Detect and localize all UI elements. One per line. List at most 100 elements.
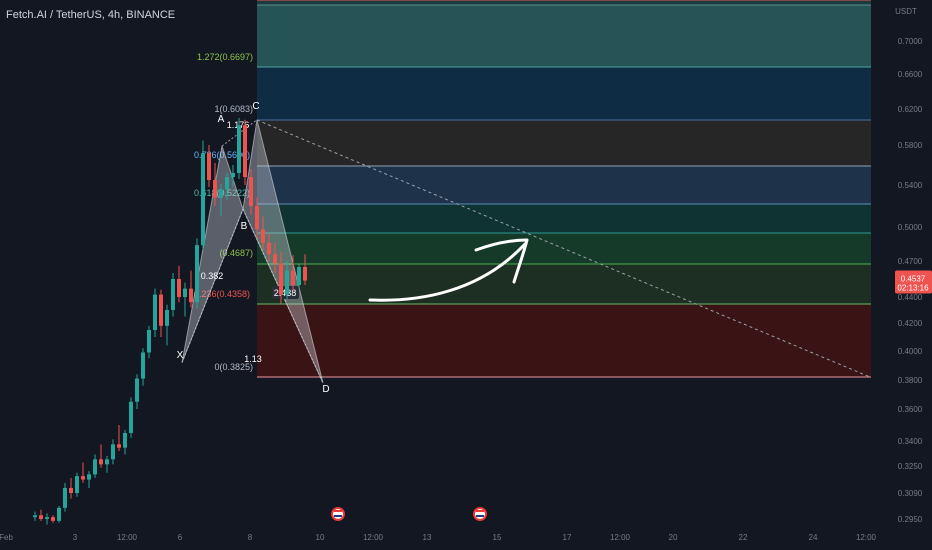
candle-body xyxy=(33,515,37,518)
candle xyxy=(195,238,199,309)
candle-body xyxy=(231,173,235,177)
candle-body xyxy=(165,310,169,326)
economic-events[interactable] xyxy=(331,507,487,521)
pattern-point-label: D xyxy=(322,384,329,395)
candle-body xyxy=(183,288,187,297)
candle-body xyxy=(159,294,163,326)
candle-body xyxy=(63,487,67,508)
price-tick-label: 0.4200 xyxy=(898,319,923,328)
price-tick-label: 0.3090 xyxy=(898,489,923,498)
candle xyxy=(123,429,127,455)
time-tick-label: 8 xyxy=(248,533,253,542)
candle-body xyxy=(177,279,181,297)
time-tick-label: 17 xyxy=(563,533,572,542)
time-tick-label: 24 xyxy=(809,533,818,542)
fib-zone-5 xyxy=(257,204,871,233)
candle-body xyxy=(147,330,151,353)
price-tick-label: 0.7000 xyxy=(898,37,923,46)
us-flag-event-icon[interactable] xyxy=(473,507,487,521)
candle-body xyxy=(195,245,199,303)
price-tick-label: 0.6600 xyxy=(898,70,923,79)
candle-body xyxy=(69,487,73,493)
time-tick-label: 12:00 xyxy=(363,533,384,542)
candle xyxy=(93,454,97,478)
candle-body xyxy=(45,517,49,519)
candle-body xyxy=(303,267,307,281)
time-tick-label: 22 xyxy=(739,533,748,542)
candle-body xyxy=(291,270,295,285)
candle xyxy=(111,439,115,465)
price-tick-label: 0.3400 xyxy=(898,437,923,446)
price-tick-label: 0.6200 xyxy=(898,105,923,114)
pattern-point-label: B xyxy=(241,221,248,232)
event-icon-stripe xyxy=(334,510,342,512)
time-tick-label: 12:00 xyxy=(117,533,138,542)
candle xyxy=(87,471,91,488)
time-tick-label: 12:00 xyxy=(856,533,877,542)
pattern-ratio-label: 0.382 xyxy=(201,271,224,281)
current-price-label: 0.4537 xyxy=(901,275,926,284)
event-icon-stripe xyxy=(476,510,484,512)
candle-body xyxy=(243,125,247,177)
candle xyxy=(243,119,247,185)
candle-body xyxy=(237,125,241,173)
price-chart[interactable]: 1.272(0.6697)1(0.6083)0.786(0.5600)0.618… xyxy=(0,0,932,550)
candle-body xyxy=(39,515,43,519)
candle xyxy=(201,140,205,250)
fib-label: 1.272(0.6697) xyxy=(197,52,253,62)
us-flag-event-icon[interactable] xyxy=(331,507,345,521)
time-axis[interactable]: Feb 3 12:00 6 8 10 12:00 13 15 17 12:00 20 22 24 12:00 xyxy=(0,527,890,550)
price-tick-label: 0.3800 xyxy=(898,376,923,385)
candle xyxy=(297,263,301,289)
fib-zone-7 xyxy=(257,264,871,304)
candle-body xyxy=(123,433,127,448)
candle xyxy=(69,477,73,499)
candle-body xyxy=(51,517,55,521)
pattern-point-label: X xyxy=(177,350,184,361)
candle-body xyxy=(255,206,259,230)
candle-body xyxy=(225,177,229,190)
pattern-point-label: A xyxy=(218,114,225,125)
candle xyxy=(129,397,133,438)
event-icon-stripe xyxy=(476,515,484,517)
fib-zone-8 xyxy=(257,304,871,377)
fib-zone-3 xyxy=(257,120,871,166)
pattern-ratio-label: 1.13 xyxy=(244,354,262,364)
price-axis[interactable]: USDT 0.7000 0.6600 0.6200 0.5800 0.5400 0.5000… xyxy=(890,0,932,550)
candle xyxy=(159,289,163,337)
candle xyxy=(63,482,67,512)
price-tick-label: 0.3600 xyxy=(898,405,923,414)
candle xyxy=(171,273,175,317)
candle xyxy=(105,456,109,473)
candle xyxy=(177,265,181,303)
time-tick-label: 12:00 xyxy=(610,533,631,542)
candle-body xyxy=(129,401,133,433)
candle-body xyxy=(285,270,289,295)
pattern-point-label: C xyxy=(252,101,259,112)
candle xyxy=(153,288,157,337)
time-tick-label: 15 xyxy=(493,533,502,542)
candle-body xyxy=(261,229,265,243)
candle-body xyxy=(75,476,79,493)
price-tick-label: 0.3250 xyxy=(898,462,923,471)
price-axis-currency: USDT xyxy=(895,7,917,16)
time-tick-label: 10 xyxy=(316,533,325,542)
fib-zone-1 xyxy=(257,5,871,67)
time-tick-label: 6 xyxy=(178,533,183,542)
candle xyxy=(141,348,145,386)
candle-body xyxy=(111,444,115,460)
bar-countdown-label: 02:13:16 xyxy=(897,284,929,293)
candle xyxy=(75,472,79,497)
candle-body xyxy=(153,294,157,330)
candle xyxy=(237,118,241,179)
candle-body xyxy=(201,153,205,246)
candle-body xyxy=(279,263,283,295)
candle xyxy=(183,282,187,317)
price-tick-label: 0.2950 xyxy=(898,515,923,524)
candle xyxy=(147,325,151,359)
candle xyxy=(81,462,85,483)
price-tick-label: 0.4000 xyxy=(898,347,923,356)
candle xyxy=(33,511,37,521)
event-icon-stripe xyxy=(334,515,342,517)
fib-label: 1(0.6083) xyxy=(214,104,253,114)
